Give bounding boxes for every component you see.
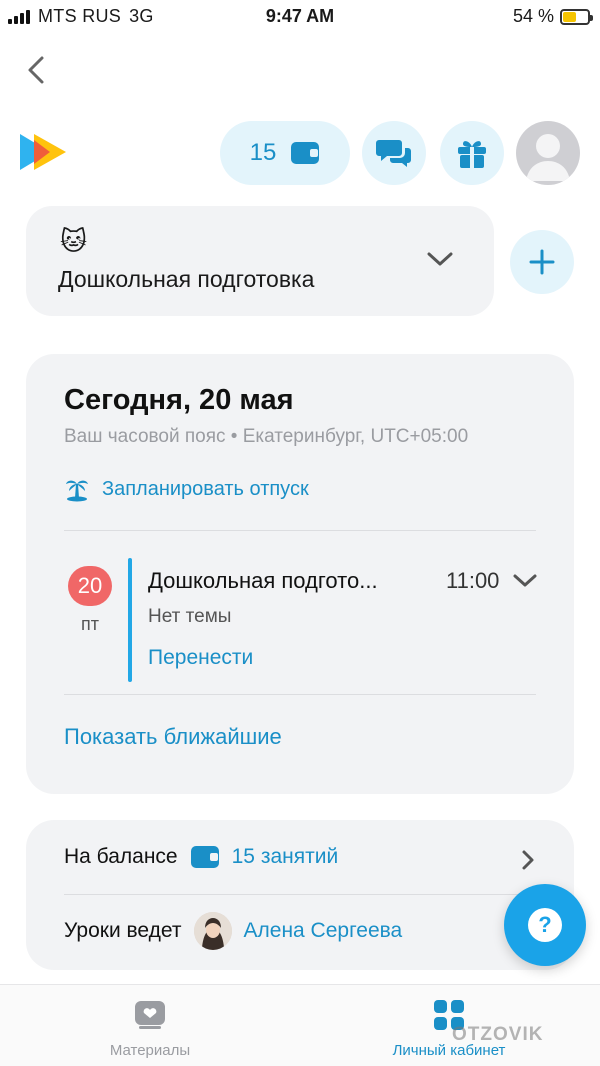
divider xyxy=(64,894,536,895)
lesson-topic: Нет темы xyxy=(148,606,232,627)
wallet-icon xyxy=(190,846,219,868)
timezone-text: Ваш часовой пояс • Екатеринбург, UTC+05:… xyxy=(64,426,469,447)
status-bar: MTS RUS 3G 9:47 AM 54 % xyxy=(0,0,600,34)
lesson-time: 11:00 xyxy=(446,568,500,593)
add-course-button[interactable] xyxy=(510,230,574,294)
help-button[interactable]: ? xyxy=(504,884,586,966)
wallet-icon xyxy=(291,142,320,164)
chat-icon xyxy=(376,140,411,167)
lesson-title[interactable]: Дошкольная подгото... xyxy=(148,568,428,594)
course-title: Дошкольная подготовка xyxy=(58,266,315,292)
gift-icon xyxy=(458,141,486,168)
info-card: На балансе 15 занятий Уроки ведет Алена … xyxy=(26,820,574,970)
lesson-date: 20 пт xyxy=(68,566,112,635)
teacher-row[interactable]: Уроки ведет Алена Сергеева xyxy=(64,912,402,950)
cat-icon: 🐱 xyxy=(60,226,88,256)
tab-materials-label: Материалы xyxy=(109,1042,191,1059)
divider xyxy=(64,530,536,531)
chevron-down-icon[interactable] xyxy=(512,572,538,590)
lesson-weekday: пт xyxy=(81,614,99,634)
schedule-date: Сегодня, 20 мая xyxy=(64,384,294,416)
question-icon: ? xyxy=(528,908,562,942)
plan-vacation-link[interactable]: Запланировать отпуск xyxy=(64,476,309,502)
schedule-card: Сегодня, 20 мая Ваш часовой пояс • Екате… xyxy=(26,354,574,794)
divider xyxy=(64,694,536,695)
chevron-right-icon[interactable] xyxy=(520,848,536,872)
balance-count: 15 xyxy=(249,139,277,166)
show-upcoming-link[interactable]: Показать ближайшие xyxy=(64,724,282,750)
watermark: OTZOVIK xyxy=(452,1024,544,1045)
lesson-day-badge: 20 xyxy=(68,566,112,606)
gift-button[interactable] xyxy=(440,121,504,185)
balance-label: На балансе xyxy=(64,845,178,868)
plan-vacation-label: Запланировать отпуск xyxy=(102,477,309,500)
balance-row[interactable]: На балансе 15 занятий xyxy=(64,844,338,870)
materials-icon xyxy=(135,1001,165,1029)
lesson-accent-bar xyxy=(128,558,132,682)
tab-materials[interactable]: Материалы xyxy=(92,999,208,1059)
user-icon xyxy=(526,134,570,181)
balance-button[interactable]: 15 xyxy=(220,121,350,185)
reschedule-link[interactable]: Перенести xyxy=(148,646,253,670)
app-logo xyxy=(20,130,76,174)
balance-value: 15 занятий xyxy=(231,845,339,868)
course-selector[interactable]: 🐱 Дошкольная подготовка xyxy=(26,206,494,316)
battery-percent: 54 % xyxy=(512,6,554,26)
teacher-label: Уроки ведет xyxy=(64,919,182,942)
profile-avatar[interactable] xyxy=(516,121,580,185)
battery-icon xyxy=(560,8,593,25)
chat-button[interactable] xyxy=(362,121,426,185)
plus-icon xyxy=(529,249,555,275)
back-button[interactable] xyxy=(22,52,52,88)
teacher-avatar xyxy=(193,912,232,950)
teacher-name: Алена Сергеева xyxy=(243,919,403,942)
status-time: 9:47 AM xyxy=(265,6,335,26)
palm-tree-icon xyxy=(66,480,88,502)
chevron-down-icon xyxy=(427,252,453,266)
chevron-left-icon xyxy=(28,56,44,84)
